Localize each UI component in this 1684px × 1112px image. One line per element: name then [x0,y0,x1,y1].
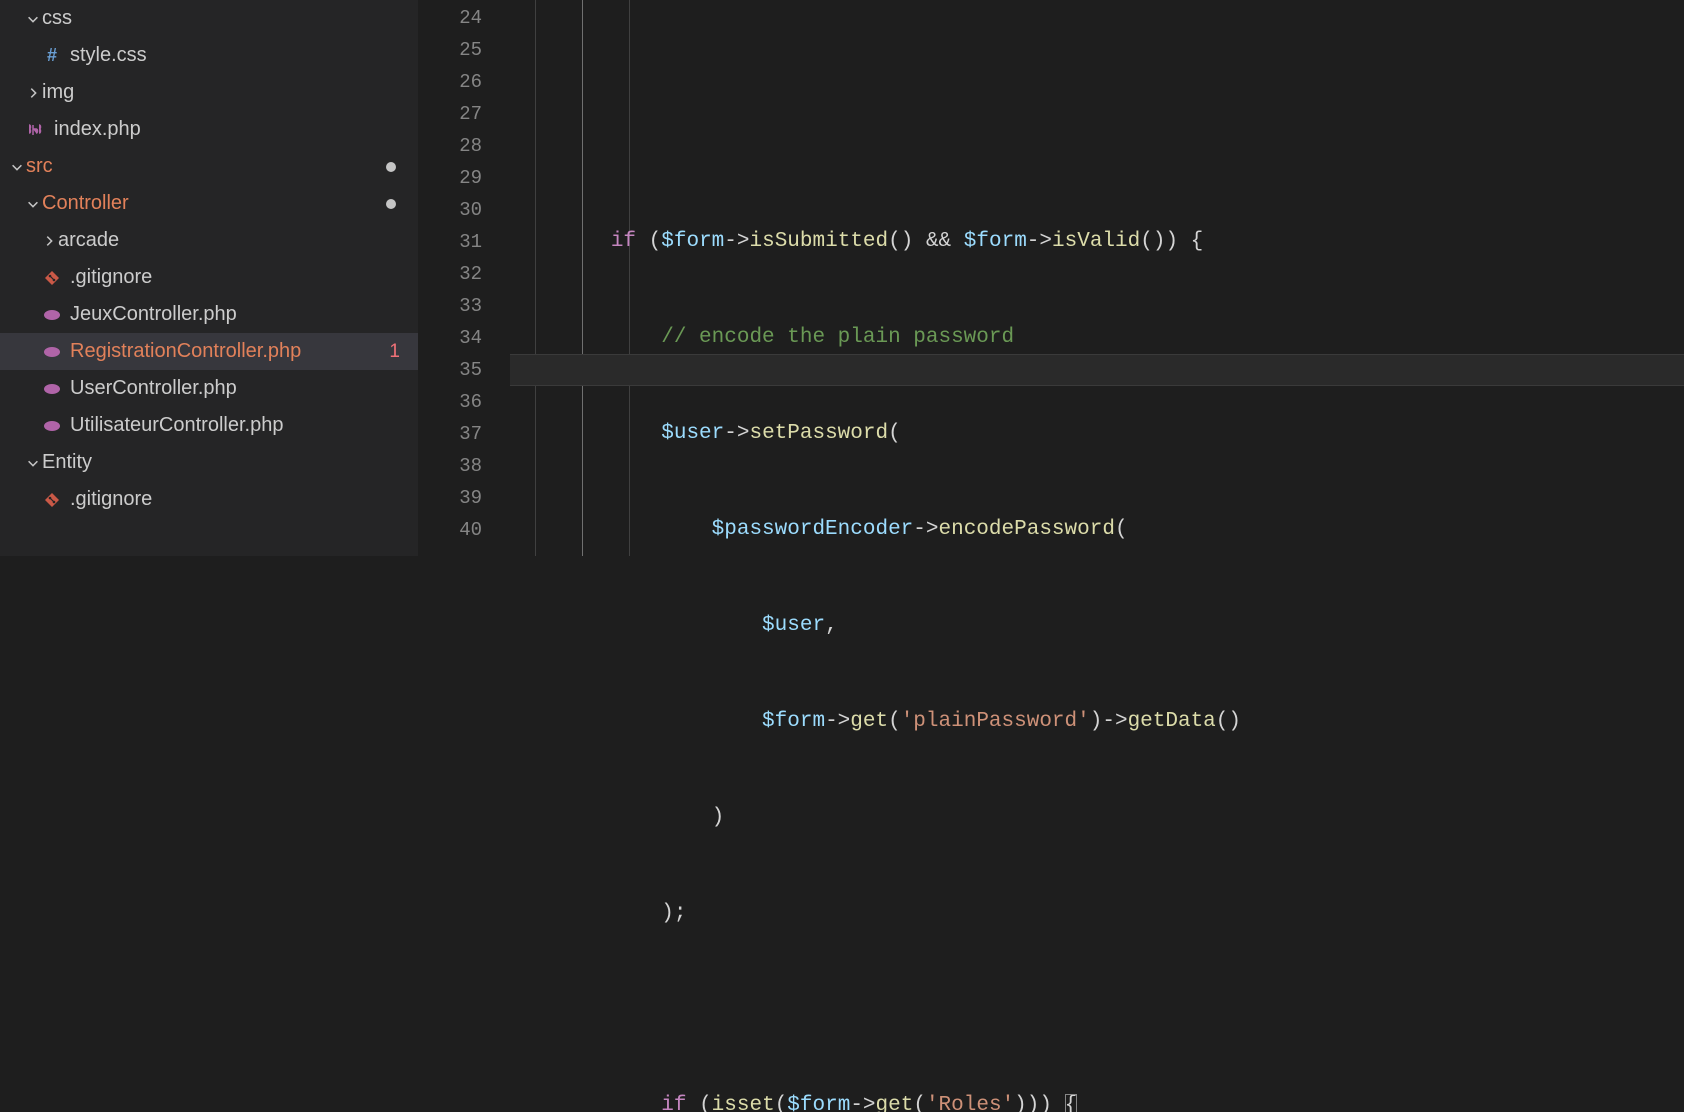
chevron-down-icon [24,197,42,211]
line-number: 31 [418,226,482,258]
file-label: .gitignore [70,266,152,289]
line-number: 29 [418,162,482,194]
code-line[interactable]: ) [510,802,1684,834]
code-editor[interactable]: if ($form->isSubmitted() && $form->isVal… [510,0,1684,556]
code-line[interactable]: // encode the plain password [510,322,1684,354]
line-number: 26 [418,66,482,98]
css-file-icon: # [40,45,64,66]
line-number: 37 [418,418,482,450]
file-label: .gitignore [70,488,152,511]
file-label: JeuxController.php [70,303,237,326]
folder-label: css [42,7,72,30]
file-registration-controller[interactable]: RegistrationController.php 1 [0,333,418,370]
line-number: 30 [418,194,482,226]
folder-css[interactable]: css [0,0,418,37]
chevron-down-icon [24,456,42,470]
chevron-right-icon [40,234,58,248]
code-line[interactable] [510,994,1684,1026]
file-index-php[interactable]: index.php [0,111,418,148]
folder-arcade[interactable]: arcade [0,222,418,259]
file-style-css[interactable]: # style.css [0,37,418,74]
folder-img[interactable]: img [0,74,418,111]
error-count-badge: 1 [389,341,400,363]
line-number: 35 [418,354,482,386]
modified-dot-icon [386,199,396,209]
line-number: 25 [418,34,482,66]
file-label: style.css [70,44,147,67]
folder-label: Controller [42,192,129,215]
git-file-icon [40,492,64,508]
folder-label: Entity [42,451,92,474]
line-number: 33 [418,290,482,322]
chevron-down-icon [24,12,42,26]
line-number: 39 [418,482,482,514]
folder-label: src [26,155,53,178]
file-gitignore-2[interactable]: .gitignore [0,481,418,518]
php-file-icon [40,383,64,395]
modified-dot-icon [386,162,396,172]
file-user-controller[interactable]: UserController.php [0,370,418,407]
line-number-gutter: 2425262728293031323334353637383940 [418,0,510,556]
line-number: 24 [418,2,482,34]
folder-controller[interactable]: Controller [0,185,418,222]
line-number: 34 [418,322,482,354]
line-number: 38 [418,450,482,482]
line-number: 27 [418,98,482,130]
line-number: 40 [418,514,482,546]
code-line[interactable]: if (isset($form->get('Roles'))) { [510,1090,1684,1112]
file-label: UtilisateurController.php [70,414,283,437]
php-file-icon [40,346,64,358]
folder-src[interactable]: src [0,148,418,185]
code-line[interactable]: $form->get('plainPassword')->getData() [510,706,1684,738]
folder-label: img [42,81,74,104]
code-line[interactable]: $user->setPassword( [510,418,1684,450]
file-label: index.php [54,118,141,141]
git-file-icon [40,270,64,286]
code-line[interactable]: ); [510,898,1684,930]
code-line[interactable]: $user, [510,610,1684,642]
line-number: 36 [418,386,482,418]
file-label: UserController.php [70,377,237,400]
file-utilisateur-controller[interactable]: UtilisateurController.php [0,407,418,444]
php-file-icon [40,420,64,432]
file-label: RegistrationController.php [70,340,301,363]
chevron-down-icon [8,160,26,174]
folder-label: arcade [58,229,119,252]
file-explorer: css # style.css img index.php src Contro… [0,0,418,556]
chevron-right-icon [24,86,42,100]
code-line[interactable]: if ($form->isSubmitted() && $form->isVal… [510,226,1684,258]
php-file-icon [24,123,48,137]
folder-entity[interactable]: Entity [0,444,418,481]
code-line[interactable]: $passwordEncoder->encodePassword( [510,514,1684,546]
line-number: 32 [418,258,482,290]
file-jeux-controller[interactable]: JeuxController.php [0,296,418,333]
line-number: 28 [418,130,482,162]
php-file-icon [40,309,64,321]
file-gitignore-1[interactable]: .gitignore [0,259,418,296]
